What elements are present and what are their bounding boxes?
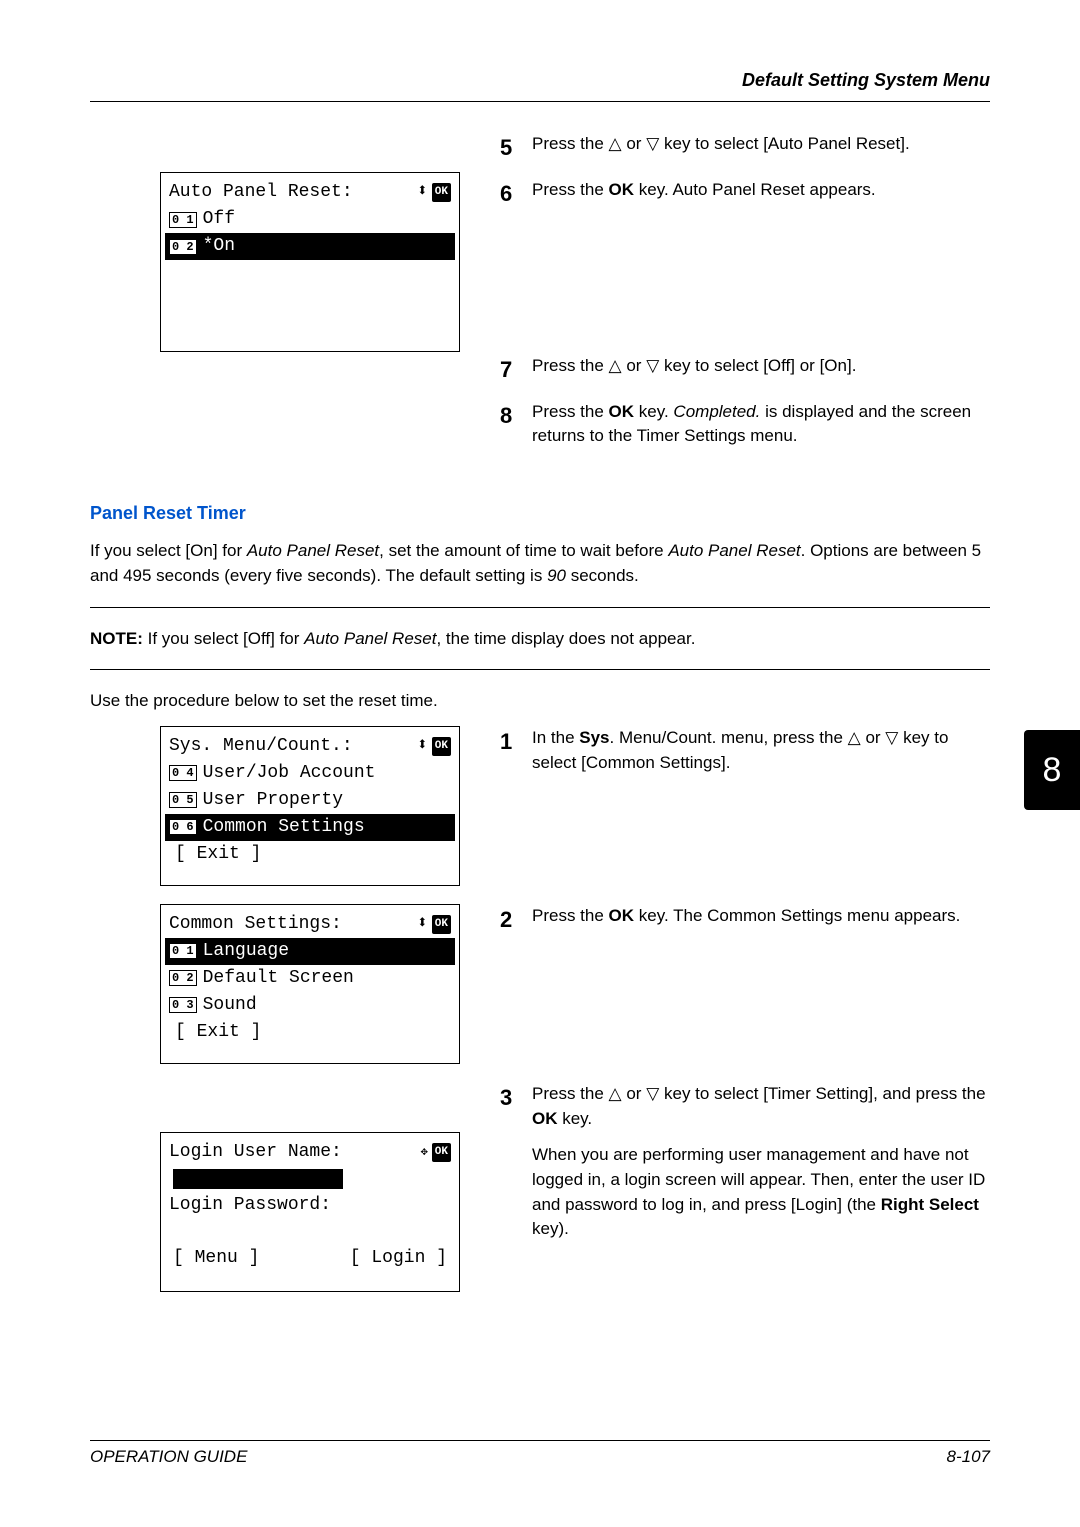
page-footer: OPERATION GUIDE 8-107 bbox=[90, 1440, 990, 1467]
step-8-text: Press the OK key. Completed. is displaye… bbox=[532, 400, 990, 449]
step-5-text: Press the or key to select [Auto Panel R… bbox=[532, 132, 990, 164]
step-7-text: Press the or key to select [Off] or [On]… bbox=[532, 354, 990, 386]
item-language: Language bbox=[203, 938, 289, 965]
triangle-down-icon bbox=[646, 134, 659, 153]
num-05: 0 5 bbox=[169, 792, 197, 808]
footer-left: OPERATION GUIDE bbox=[90, 1447, 247, 1467]
item-common-settings: Common Settings bbox=[203, 814, 365, 841]
triangle-down-icon bbox=[646, 356, 659, 375]
running-header: Default Setting System Menu bbox=[90, 70, 990, 91]
header-rule bbox=[90, 101, 990, 102]
ok-icon: OK bbox=[432, 915, 451, 934]
ok-icon: OK bbox=[432, 1143, 451, 1162]
updown-icon: ⬍ bbox=[417, 733, 428, 760]
item-default-screen: Default Screen bbox=[203, 965, 354, 992]
triangle-up-icon bbox=[609, 134, 622, 153]
triangle-down-icon bbox=[885, 728, 898, 747]
softkey-menu: [ Menu ] bbox=[173, 1245, 259, 1272]
step-1-text: In the Sys. Menu/Count. menu, press the … bbox=[532, 726, 990, 775]
lcd-common-settings: Common Settings: ⬍ OK 0 1 Language 0 2 Def… bbox=[160, 904, 460, 1064]
lcd4-title: Login User Name: bbox=[169, 1139, 342, 1166]
triangle-up-icon bbox=[609, 356, 622, 375]
opt-num-01: 0 1 bbox=[169, 212, 197, 228]
login-password-label: Login Password: bbox=[169, 1192, 331, 1219]
ok-icon: OK bbox=[432, 183, 451, 202]
softkey-login: [ Login ] bbox=[350, 1245, 447, 1272]
panel-reset-intro: If you select [On] for Auto Panel Reset,… bbox=[90, 538, 990, 589]
step-3-text: Press the or key to select [Timer Settin… bbox=[532, 1082, 990, 1242]
note-rule-top bbox=[90, 607, 990, 608]
step-2-text: Press the OK key. The Common Settings me… bbox=[532, 904, 990, 936]
chapter-tab: 8 bbox=[1024, 730, 1080, 810]
ok-icon: OK bbox=[432, 737, 451, 756]
step-6-num: 6 bbox=[500, 178, 532, 210]
num-03: 0 3 bbox=[169, 997, 197, 1013]
step-3-num: 3 bbox=[500, 1082, 532, 1242]
triangle-down-icon bbox=[646, 1084, 659, 1103]
note-text: NOTE: If you select [Off] for Auto Panel… bbox=[90, 626, 990, 652]
lcd3-title: Common Settings: bbox=[169, 911, 342, 938]
step-7-num: 7 bbox=[500, 354, 532, 386]
softkey-exit: [ Exit ] bbox=[165, 1019, 455, 1046]
num-01: 0 1 bbox=[169, 943, 197, 959]
num-04: 0 4 bbox=[169, 765, 197, 781]
step-5-num: 5 bbox=[500, 132, 532, 164]
lcd2-title: Sys. Menu/Count.: bbox=[169, 733, 353, 760]
num-02: 0 2 bbox=[169, 970, 197, 986]
softkey-exit: [ Exit ] bbox=[165, 841, 455, 868]
updown-icon: ⬍ bbox=[417, 911, 428, 938]
lcd1-title: Auto Panel Reset: bbox=[169, 179, 353, 206]
updown-icon: ⬍ bbox=[417, 179, 428, 206]
num-06: 0 6 bbox=[169, 819, 197, 835]
step-1-num: 1 bbox=[500, 726, 532, 775]
item-user-prop: User Property bbox=[203, 787, 343, 814]
lcd-auto-panel-reset: Auto Panel Reset: ⬍ OK 0 1 Off 0 2 *On bbox=[160, 172, 460, 352]
procedure-intro: Use the procedure below to set the reset… bbox=[90, 688, 990, 714]
step-8-num: 8 bbox=[500, 400, 532, 449]
login-user-input[interactable] bbox=[173, 1169, 343, 1189]
opt-num-02: 0 2 bbox=[169, 239, 197, 255]
footer-page: 8-107 bbox=[947, 1447, 990, 1467]
triangle-up-icon bbox=[609, 1084, 622, 1103]
step-2-num: 2 bbox=[500, 904, 532, 936]
cursor-icon: ✥ bbox=[421, 1143, 428, 1161]
item-user-job: User/Job Account bbox=[203, 760, 376, 787]
panel-reset-timer-heading: Panel Reset Timer bbox=[90, 503, 990, 524]
lcd-sys-menu: Sys. Menu/Count.: ⬍ OK 0 4 User/Job Accou… bbox=[160, 726, 460, 886]
triangle-up-icon bbox=[848, 728, 861, 747]
opt-off: Off bbox=[203, 206, 235, 233]
note-rule-bot bbox=[90, 669, 990, 670]
step-6-text: Press the OK key. Auto Panel Reset appea… bbox=[532, 178, 990, 210]
lcd-login: Login User Name: ✥ OK Login Password: [ … bbox=[160, 1132, 460, 1292]
item-sound: Sound bbox=[203, 992, 257, 1019]
opt-on: *On bbox=[203, 233, 235, 260]
